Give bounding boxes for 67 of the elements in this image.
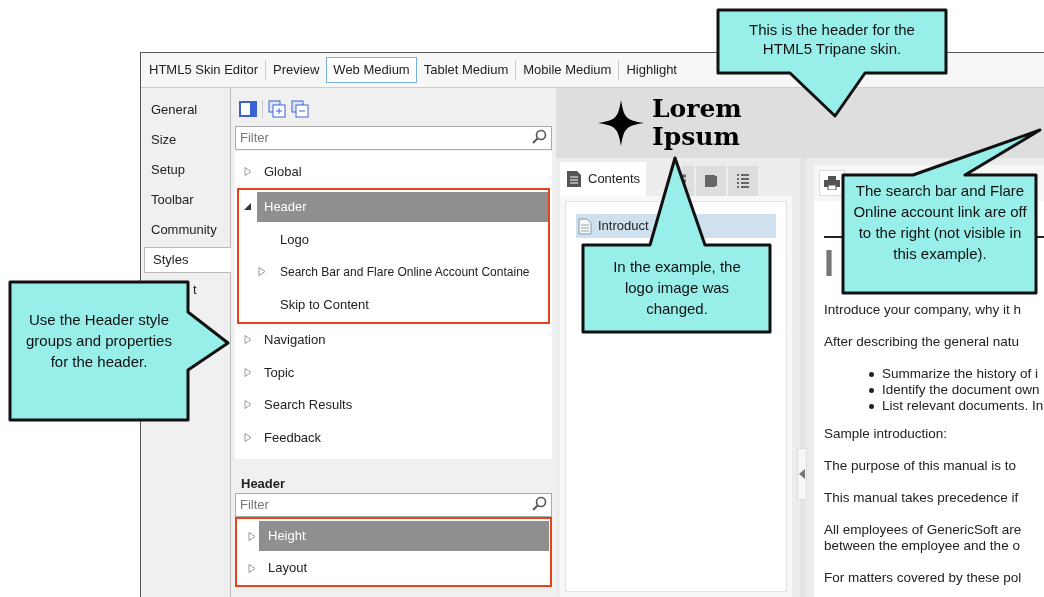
side-tab[interactable]: Toolbar — [141, 185, 230, 215]
bullet — [869, 387, 874, 393]
printer-icon — [824, 176, 840, 190]
paragraph: For matters covered by these pol — [824, 570, 1023, 586]
tab[interactable]: HTML5 Skin Editor — [144, 57, 264, 83]
callout-text: Use the Header style groups and properties for the header. — [25, 310, 173, 372]
tree-item[interactable]: Search Bar and Flare Online Account Containe — [273, 256, 530, 287]
side-tab[interactable]: General — [141, 95, 230, 125]
collapsed-caret-icon[interactable] — [244, 335, 252, 345]
tab[interactable]: Web Medium — [326, 57, 417, 83]
tab[interactable]: Mobile Medium — [518, 57, 617, 83]
tab[interactable]: Tablet Medium — [418, 57, 514, 83]
expanded-caret-icon[interactable] — [244, 202, 252, 212]
bullet — [869, 403, 874, 409]
callout-text: The search bar and Flare Online account link are off to the right (not visible in this example). — [852, 181, 1028, 264]
paragraph: This manual takes precedence if — [824, 490, 1020, 506]
search-icon — [531, 129, 547, 145]
list-item-text: Summarize the history of i — [882, 366, 1039, 382]
collapsed-caret-icon[interactable] — [244, 432, 252, 442]
expand-all-icon[interactable] — [268, 100, 286, 118]
filter-field[interactable]: Filter — [235, 492, 552, 517]
collapse-all-icon[interactable] — [291, 100, 309, 118]
filter-field[interactable]: Filter — [235, 125, 552, 150]
tree-item[interactable]: Feedback — [257, 422, 322, 453]
side-tab[interactable]: Setup — [141, 155, 230, 185]
panel-toggle-icon[interactable] — [239, 101, 257, 117]
print-button[interactable] — [819, 170, 845, 196]
collapsed-caret-icon[interactable] — [248, 563, 256, 573]
collapse-handle[interactable] — [797, 448, 807, 500]
tab[interactable]: Highlight — [621, 57, 682, 83]
collapsed-caret-icon[interactable] — [244, 367, 252, 377]
tree-item[interactable]: Topic — [257, 357, 295, 388]
paragraph: Introduce your company, why it h — [824, 302, 1023, 318]
tree-item[interactable]: Navigation — [257, 324, 326, 355]
list-icon — [735, 173, 752, 189]
glossary-tab[interactable] — [696, 166, 727, 196]
list-item-text: Identify the document own — [882, 382, 1040, 398]
tree-item[interactable]: Global — [257, 156, 302, 187]
section-heading: Header — [241, 475, 287, 492]
browse-tab[interactable] — [728, 166, 759, 196]
collapsed-caret-icon[interactable] — [244, 400, 252, 410]
property-item[interactable]: Layout — [259, 553, 549, 583]
paragraph: All employees of GenericSoft are between the employee and the o — [824, 522, 1023, 554]
tab[interactable]: Preview — [268, 57, 325, 83]
collapsed-caret-icon[interactable] — [258, 267, 266, 277]
book-icon — [703, 173, 720, 189]
collapsed-caret-icon[interactable] — [244, 166, 252, 176]
collapsed-caret-icon[interactable] — [248, 531, 256, 541]
paragraph: Sample introduction: — [824, 426, 949, 442]
list-item-text: List relevant documents. In — [882, 398, 1044, 414]
bullet — [869, 371, 874, 377]
page-icon — [578, 217, 592, 235]
tree-item[interactable]: Logo — [273, 224, 309, 255]
document-icon — [566, 170, 582, 188]
tree-item[interactable]: Search Results — [257, 389, 353, 420]
contents-tab[interactable]: Contents — [560, 162, 647, 196]
tree-item[interactable]: Skip to Content — [273, 289, 369, 320]
search-icon — [531, 496, 547, 512]
callout-text: In the example, the logo image was changed. — [612, 257, 742, 319]
paragraph: After describing the general natu — [824, 334, 1021, 350]
side-tab[interactable]: Size — [141, 125, 230, 155]
logo-text: Lorem Ipsum — [652, 95, 742, 151]
paragraph: The purpose of this manual is to — [824, 458, 1018, 474]
caret-icon — [799, 469, 805, 479]
callout-text: This is the header for the HTML5 Tripane skin. — [748, 20, 916, 58]
side-tab[interactable]: Community — [141, 215, 230, 245]
side-tab[interactable]: Styles — [144, 247, 231, 273]
